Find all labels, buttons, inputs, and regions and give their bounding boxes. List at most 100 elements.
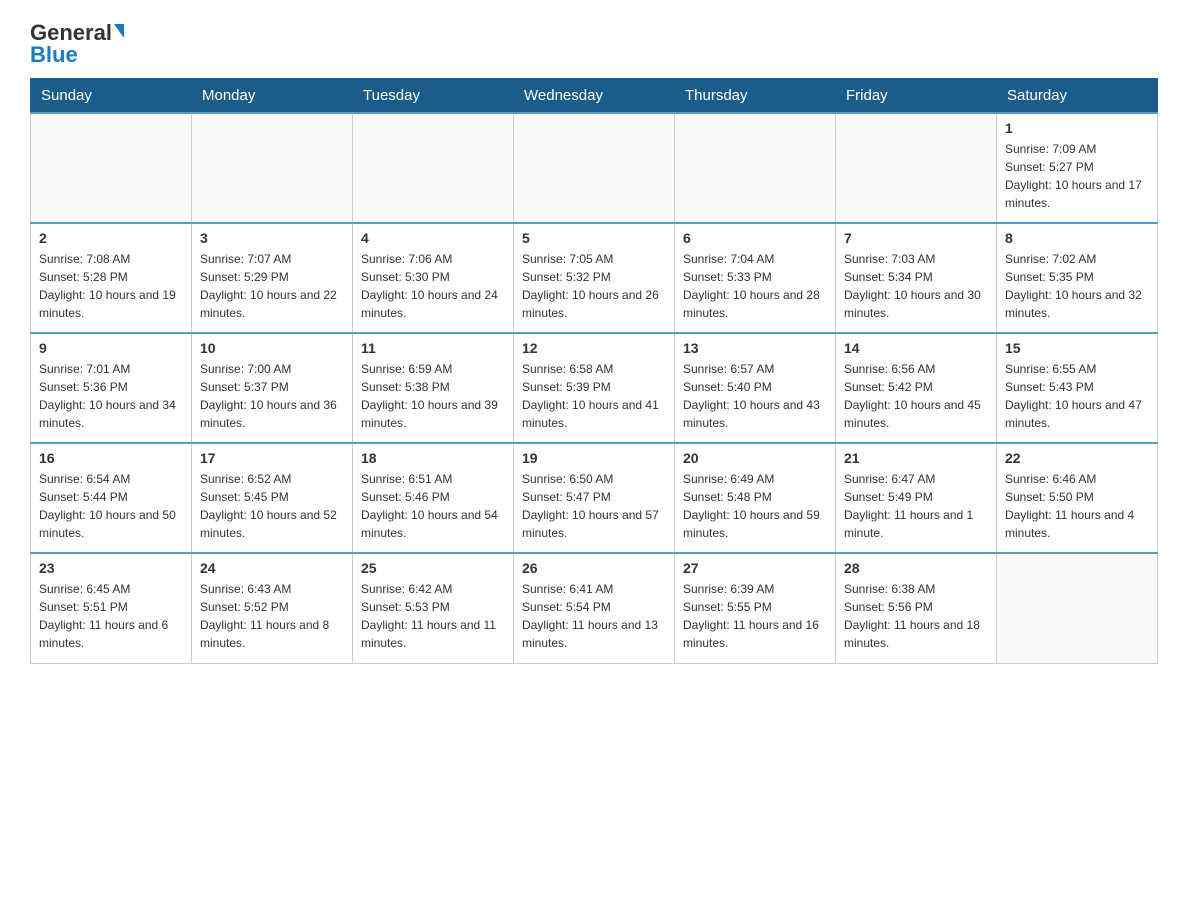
day-number: 4 [361,230,505,246]
logo-blue-text: Blue [30,42,78,68]
calendar-day-cell: 17 Sunrise: 6:52 AMSunset: 5:45 PMDayligh… [192,443,353,553]
calendar-day-cell: 14 Sunrise: 6:56 AMSunset: 5:42 PMDayligh… [836,333,997,443]
calendar-day-cell: 7 Sunrise: 7:03 AMSunset: 5:34 PMDaylight… [836,223,997,333]
day-info: Sunrise: 7:05 AMSunset: 5:32 PMDaylight:… [522,250,666,322]
day-info: Sunrise: 7:03 AMSunset: 5:34 PMDaylight:… [844,250,988,322]
calendar-day-header: Monday [192,79,353,114]
calendar-day-header: Thursday [675,79,836,114]
day-info: Sunrise: 6:50 AMSunset: 5:47 PMDaylight:… [522,470,666,542]
day-info: Sunrise: 6:47 AMSunset: 5:49 PMDaylight:… [844,470,988,542]
day-info: Sunrise: 6:57 AMSunset: 5:40 PMDaylight:… [683,360,827,432]
day-number: 27 [683,560,827,576]
day-info: Sunrise: 6:55 AMSunset: 5:43 PMDaylight:… [1005,360,1149,432]
calendar-day-cell: 25Sunrise: 6:42 AMSunset: 5:53 PMDayligh… [353,553,514,663]
day-info: Sunrise: 6:45 AMSunset: 5:51 PMDaylight:… [39,580,183,652]
day-number: 12 [522,340,666,356]
calendar-day-cell: 16 Sunrise: 6:54 AMSunset: 5:44 PMDayligh… [31,443,192,553]
calendar-day-cell: 24Sunrise: 6:43 AMSunset: 5:52 PMDayligh… [192,553,353,663]
day-info: Sunrise: 6:38 AMSunset: 5:56 PMDaylight:… [844,580,988,652]
day-number: 15 [1005,340,1149,356]
calendar-day-header: Friday [836,79,997,114]
day-number: 19 [522,450,666,466]
calendar-day-cell [353,113,514,223]
calendar-day-cell: 19 Sunrise: 6:50 AMSunset: 5:47 PMDayligh… [514,443,675,553]
day-info: Sunrise: 6:49 AMSunset: 5:48 PMDaylight:… [683,470,827,542]
day-number: 9 [39,340,183,356]
day-info: Sunrise: 6:39 AMSunset: 5:55 PMDaylight:… [683,580,827,652]
day-info: Sunrise: 7:00 AMSunset: 5:37 PMDaylight:… [200,360,344,432]
calendar-day-header: Saturday [997,79,1158,114]
day-number: 26 [522,560,666,576]
calendar-header-row: SundayMondayTuesdayWednesdayThursdayFrid… [31,79,1158,114]
page-header: General Blue [30,20,1158,68]
day-info: Sunrise: 7:01 AMSunset: 5:36 PMDaylight:… [39,360,183,432]
day-info: Sunrise: 7:04 AMSunset: 5:33 PMDaylight:… [683,250,827,322]
calendar-day-cell [31,113,192,223]
day-number: 22 [1005,450,1149,466]
day-info: Sunrise: 7:06 AMSunset: 5:30 PMDaylight:… [361,250,505,322]
day-number: 23 [39,560,183,576]
calendar-day-cell: 5 Sunrise: 7:05 AMSunset: 5:32 PMDaylight… [514,223,675,333]
day-number: 2 [39,230,183,246]
calendar-day-cell: 15 Sunrise: 6:55 AMSunset: 5:43 PMDayligh… [997,333,1158,443]
calendar-day-cell: 9 Sunrise: 7:01 AMSunset: 5:36 PMDaylight… [31,333,192,443]
day-number: 21 [844,450,988,466]
calendar-day-cell: 1 Sunrise: 7:09 AMSunset: 5:27 PMDaylight… [997,113,1158,223]
calendar-day-cell: 11Sunrise: 6:59 AMSunset: 5:38 PMDayligh… [353,333,514,443]
calendar-day-cell: 23 Sunrise: 6:45 AMSunset: 5:51 PMDayligh… [31,553,192,663]
day-number: 28 [844,560,988,576]
calendar-day-cell [514,113,675,223]
day-number: 11 [361,340,505,356]
day-number: 20 [683,450,827,466]
day-info: Sunrise: 7:08 AMSunset: 5:28 PMDaylight:… [39,250,183,322]
day-number: 25 [361,560,505,576]
day-number: 8 [1005,230,1149,246]
calendar-day-header: Sunday [31,79,192,114]
calendar-day-cell: 26Sunrise: 6:41 AMSunset: 5:54 PMDayligh… [514,553,675,663]
day-number: 6 [683,230,827,246]
day-number: 5 [522,230,666,246]
calendar-week-row: 9 Sunrise: 7:01 AMSunset: 5:36 PMDaylight… [31,333,1158,443]
day-number: 7 [844,230,988,246]
calendar-day-cell [192,113,353,223]
calendar-day-cell: 2 Sunrise: 7:08 AMSunset: 5:28 PMDaylight… [31,223,192,333]
day-info: Sunrise: 7:09 AMSunset: 5:27 PMDaylight:… [1005,140,1149,212]
day-info: Sunrise: 7:02 AMSunset: 5:35 PMDaylight:… [1005,250,1149,322]
day-info: Sunrise: 6:51 AMSunset: 5:46 PMDaylight:… [361,470,505,542]
calendar-day-cell: 10 Sunrise: 7:00 AMSunset: 5:37 PMDayligh… [192,333,353,443]
day-info: Sunrise: 7:07 AMSunset: 5:29 PMDaylight:… [200,250,344,322]
calendar-day-header: Tuesday [353,79,514,114]
calendar-day-cell: 12 Sunrise: 6:58 AMSunset: 5:39 PMDayligh… [514,333,675,443]
day-number: 3 [200,230,344,246]
calendar-day-cell: 21 Sunrise: 6:47 AMSunset: 5:49 PMDayligh… [836,443,997,553]
day-info: Sunrise: 6:43 AMSunset: 5:52 PMDaylight:… [200,580,344,652]
calendar-week-row: 16 Sunrise: 6:54 AMSunset: 5:44 PMDayligh… [31,443,1158,553]
day-number: 18 [361,450,505,466]
day-info: Sunrise: 6:46 AMSunset: 5:50 PMDaylight:… [1005,470,1149,542]
calendar-day-cell: 6 Sunrise: 7:04 AMSunset: 5:33 PMDaylight… [675,223,836,333]
logo: General Blue [30,20,124,68]
calendar-day-cell: 28 Sunrise: 6:38 AMSunset: 5:56 PMDayligh… [836,553,997,663]
day-number: 1 [1005,120,1149,136]
calendar-day-cell: 3 Sunrise: 7:07 AMSunset: 5:29 PMDaylight… [192,223,353,333]
day-number: 14 [844,340,988,356]
calendar-week-row: 2 Sunrise: 7:08 AMSunset: 5:28 PMDaylight… [31,223,1158,333]
calendar-day-cell [836,113,997,223]
day-number: 10 [200,340,344,356]
calendar-day-cell: 22 Sunrise: 6:46 AMSunset: 5:50 PMDayligh… [997,443,1158,553]
day-info: Sunrise: 6:52 AMSunset: 5:45 PMDaylight:… [200,470,344,542]
day-info: Sunrise: 6:56 AMSunset: 5:42 PMDaylight:… [844,360,988,432]
calendar-day-cell [997,553,1158,663]
calendar-week-row: 1 Sunrise: 7:09 AMSunset: 5:27 PMDaylight… [31,113,1158,223]
calendar-day-header: Wednesday [514,79,675,114]
day-number: 17 [200,450,344,466]
calendar-day-cell: 13Sunrise: 6:57 AMSunset: 5:40 PMDayligh… [675,333,836,443]
calendar-day-cell [675,113,836,223]
calendar-day-cell: 18 Sunrise: 6:51 AMSunset: 5:46 PMDayligh… [353,443,514,553]
calendar-week-row: 23 Sunrise: 6:45 AMSunset: 5:51 PMDayligh… [31,553,1158,663]
calendar-day-cell: 27 Sunrise: 6:39 AMSunset: 5:55 PMDayligh… [675,553,836,663]
calendar-table: SundayMondayTuesdayWednesdayThursdayFrid… [30,78,1158,664]
day-info: Sunrise: 6:54 AMSunset: 5:44 PMDaylight:… [39,470,183,542]
day-number: 16 [39,450,183,466]
day-info: Sunrise: 6:58 AMSunset: 5:39 PMDaylight:… [522,360,666,432]
